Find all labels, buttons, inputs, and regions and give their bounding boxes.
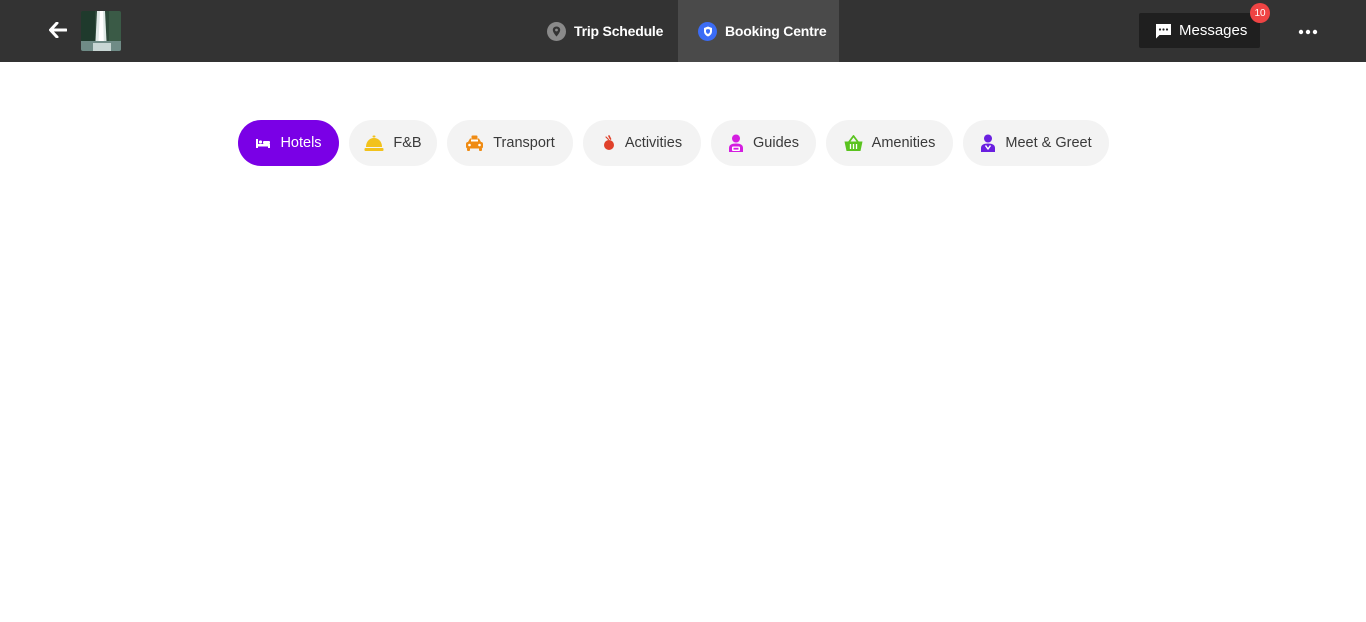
service-bell-icon	[364, 135, 384, 152]
shield-icon	[698, 21, 717, 41]
activity-icon	[602, 135, 616, 151]
tab-label: Booking Centre	[725, 23, 827, 39]
category-amenities[interactable]: Amenities	[826, 120, 953, 166]
category-activities[interactable]: Activities	[583, 120, 701, 166]
arrow-left-icon	[49, 22, 67, 38]
tab-label: Trip Schedule	[574, 23, 664, 39]
taxi-icon	[465, 135, 484, 152]
message-icon	[1155, 23, 1172, 39]
bed-icon	[255, 137, 271, 149]
category-hotels[interactable]: Hotels	[238, 120, 339, 166]
waterfall-photo	[81, 11, 121, 51]
category-label: Amenities	[871, 135, 936, 151]
category-label: Hotels	[280, 135, 322, 151]
greeter-icon	[980, 134, 996, 153]
category-guides[interactable]: Guides	[711, 120, 816, 166]
tab-trip-schedule[interactable]: Trip Schedule	[547, 0, 663, 62]
map-pin-icon	[547, 21, 566, 41]
category-label: Transport	[493, 135, 555, 151]
category-label: Meet & Greet	[1005, 135, 1092, 151]
back-button[interactable]	[46, 18, 70, 42]
unread-badge: 10	[1250, 3, 1270, 23]
category-label: Guides	[753, 135, 799, 151]
messages-button[interactable]: Messages	[1139, 13, 1260, 48]
trip-thumbnail[interactable]	[81, 11, 121, 51]
category-meet-and-greet[interactable]: Meet & Greet	[963, 120, 1109, 166]
more-horizontal-icon	[1298, 29, 1318, 35]
category-label: Activities	[624, 135, 683, 151]
category-label: F&B	[393, 135, 422, 151]
category-transport[interactable]: Transport	[447, 120, 573, 166]
guide-icon	[728, 134, 744, 153]
more-options-button[interactable]	[1296, 24, 1320, 40]
category-fnb[interactable]: F&B	[349, 120, 437, 166]
basket-icon	[844, 134, 863, 152]
tab-booking-centre[interactable]: Booking Centre	[678, 0, 839, 62]
top-bar: Trip Schedule Booking Centre Messages 10	[0, 0, 1366, 62]
messages-label: Messages	[1179, 22, 1248, 39]
